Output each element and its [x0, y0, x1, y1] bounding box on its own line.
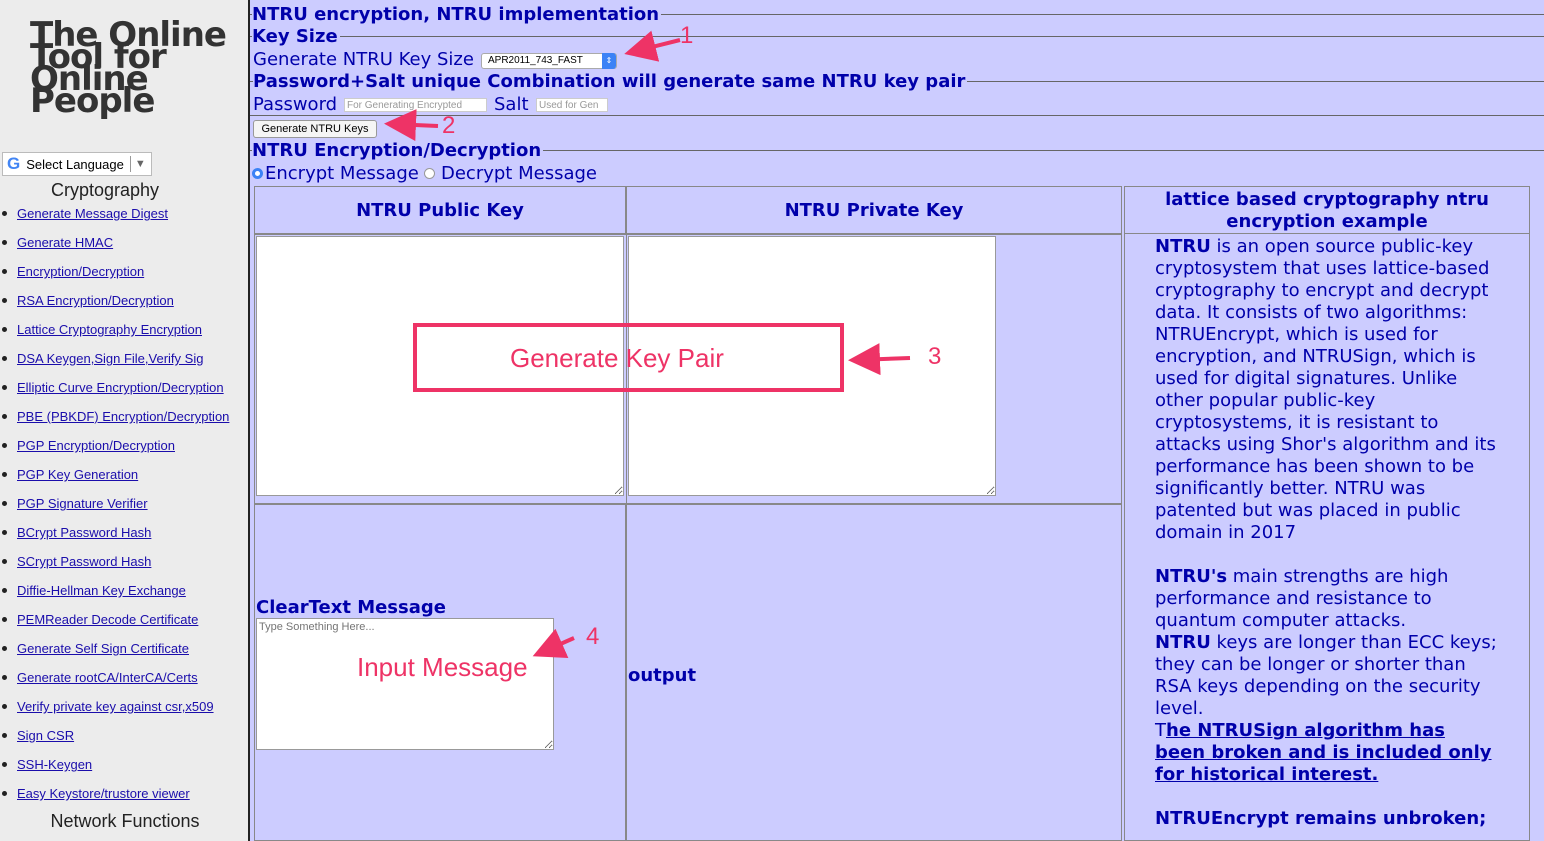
encrypt-label: Encrypt Message [265, 163, 419, 184]
sidebar-link[interactable]: Generate rootCA/InterCA/Certs [17, 670, 198, 685]
dropdown-arrow-icon: ▼ [134, 158, 146, 170]
key-size-select[interactable]: APR2011_743_FAST ⇕ [481, 53, 617, 69]
section-title-cryptography: Cryptography [50, 180, 160, 200]
public-key-header: NTRU Public Key [356, 200, 524, 221]
key-size-legend: Key Size [252, 26, 340, 47]
output-cell [626, 504, 1122, 841]
ntru-bold: NTRU's [1155, 566, 1228, 587]
description-paragraph: NTRU keys are longer than ECC keys; they… [1155, 632, 1500, 720]
section-title-network: Network Functions [50, 811, 200, 831]
logo-line: People [30, 81, 155, 121]
google-icon: G [7, 154, 21, 173]
description-paragraph: NTRU's main strengths are high performan… [1155, 566, 1500, 632]
sidebar-link[interactable]: DSA Keygen,Sign File,Verify Sig [17, 351, 203, 366]
ntru-bold: NTRU [1155, 236, 1211, 257]
password-input[interactable]: For Generating Encrypted [344, 98, 487, 112]
password-legend: Password+Salt unique Combination will ge… [253, 71, 968, 92]
sidebar-link[interactable]: Diffie-Hellman Key Exchange [17, 583, 186, 598]
ntru-bold: NTRUEncrypt remains unbroken; [1155, 808, 1487, 829]
sidebar-link[interactable]: SCrypt Password Hash [17, 554, 151, 569]
site-logo[interactable]: The Online Tool for Online People [30, 18, 230, 121]
annotation-number-3: 3 [928, 343, 942, 370]
ntrusign-broken-link[interactable]: he NTRUSign algorithm has been broken an… [1155, 720, 1492, 785]
private-key-header-cell: NTRU Private Key [626, 186, 1122, 234]
annotation-input-message: Input Message [357, 652, 528, 682]
page-title: NTRU encryption, NTRU implementation [252, 4, 662, 25]
password-label: Password [253, 94, 338, 115]
sidebar-link[interactable]: Verify private key against csr,x509 [17, 699, 214, 714]
sidebar-link[interactable]: Easy Keystore/trustore viewer [17, 786, 190, 801]
private-key-header: NTRU Private Key [784, 200, 964, 221]
decrypt-radio[interactable] [424, 168, 435, 179]
info-header: lattice based cryptography ntru encrypti… [1165, 189, 1489, 232]
encrypt-radio[interactable] [252, 168, 263, 179]
sidebar-link[interactable]: PEMReader Decode Certificate [17, 612, 198, 627]
cleartext-textarea[interactable] [256, 618, 554, 750]
sidebar-link[interactable]: Generate Message Digest [17, 206, 168, 221]
generate-keys-button[interactable]: Generate NTRU Keys [253, 120, 377, 138]
annotation-generate-key-pair: Generate Key Pair [510, 343, 724, 373]
output-label: output [628, 665, 697, 686]
info-header-cell: lattice based cryptography ntru encrypti… [1124, 186, 1530, 234]
salt-label: Salt [494, 94, 529, 115]
select-arrows-icon: ⇕ [602, 53, 616, 69]
sidebar-link[interactable]: SSH-Keygen [17, 757, 92, 772]
sidebar: The Online Tool for Online People G Sele… [0, 0, 250, 841]
sidebar-link[interactable]: Generate HMAC [17, 235, 113, 250]
cleartext-label: ClearText Message [256, 597, 446, 618]
sidebar-link[interactable]: PGP Encryption/Decryption [17, 438, 175, 453]
annotation-number-4: 4 [586, 623, 600, 650]
language-label: Select Language [26, 156, 124, 172]
sidebar-link[interactable]: Encryption/Decryption [17, 264, 144, 279]
sidebar-link[interactable]: PGP Signature Verifier [17, 496, 148, 511]
description-paragraph: The NTRUSign algorithm has been broken a… [1155, 720, 1500, 786]
sidebar-link[interactable]: PBE (PBKDF) Encryption/Decryption [17, 409, 229, 424]
key-size-selected: APR2011_743_FAST [488, 55, 583, 66]
sidebar-link[interactable]: Sign CSR [17, 728, 74, 743]
language-selector[interactable]: G Select Language ▼ [2, 152, 152, 176]
sidebar-link[interactable]: RSA Encryption/Decryption [17, 293, 174, 308]
annotation-number-2: 2 [442, 112, 456, 139]
description-paragraph: NTRUEncrypt remains unbroken; [1155, 808, 1500, 830]
description-paragraph: NTRU is an open source public-key crypto… [1155, 236, 1500, 544]
public-key-header-cell: NTRU Public Key [254, 186, 626, 234]
ntru-bold: NTRU [1155, 632, 1211, 653]
divider [129, 156, 131, 172]
ntru-description: NTRU is an open source public-key crypto… [1155, 236, 1500, 830]
sidebar-link[interactable]: PGP Key Generation [17, 467, 138, 482]
decrypt-label: Decrypt Message [441, 163, 597, 184]
description-text: is an open source public-key cryptosyste… [1155, 236, 1496, 543]
sidebar-link[interactable]: Elliptic Curve Encryption/Decryption [17, 380, 224, 395]
sidebar-link[interactable]: Generate Self Sign Certificate [17, 641, 189, 656]
fieldset-border [250, 36, 1544, 37]
description-text: T [1155, 720, 1166, 741]
salt-input[interactable]: Used for Gen [536, 98, 608, 112]
key-size-label: Generate NTRU Key Size [253, 49, 474, 70]
sidebar-link[interactable]: BCrypt Password Hash [17, 525, 151, 540]
annotation-number-1: 1 [680, 22, 694, 49]
sidebar-link[interactable]: Lattice Cryptography Encryption [17, 322, 202, 337]
encdec-legend: NTRU Encryption/Decryption [252, 140, 544, 161]
